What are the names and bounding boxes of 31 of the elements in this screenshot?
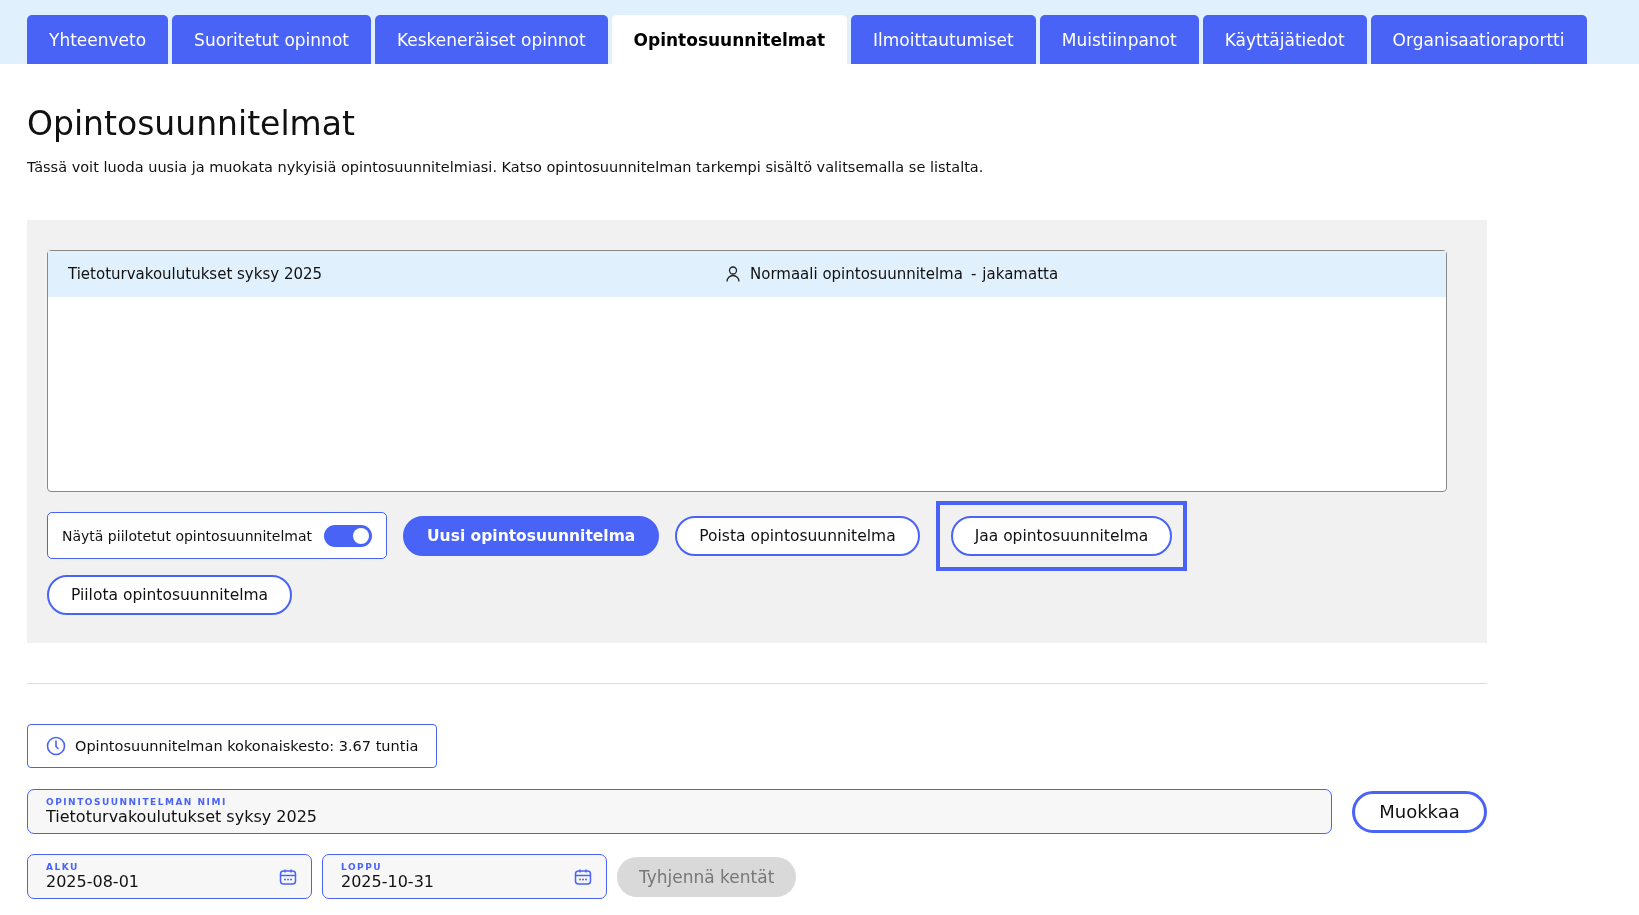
tab[interactable]: Organisaatioraportti bbox=[1370, 15, 1587, 64]
calendar-icon bbox=[574, 868, 592, 886]
tab[interactable]: Yhteenveto bbox=[27, 15, 169, 64]
separator: - bbox=[970, 265, 977, 283]
action-button[interactable]: Uusi opintosuunnitelma bbox=[403, 515, 660, 556]
person-icon bbox=[726, 266, 740, 282]
tab[interactable]: Käyttäjätiedot bbox=[1202, 15, 1367, 64]
page-title: Opintosuunnitelmat bbox=[27, 104, 356, 143]
tab[interactable]: Ilmoittautumiset bbox=[851, 15, 1036, 64]
clock-icon bbox=[46, 736, 66, 756]
tab[interactable]: Suoritetut opinnot bbox=[172, 15, 371, 64]
toggle-switch[interactable] bbox=[324, 524, 373, 547]
duration-text: Opintosuunnitelman kokonaiskesto: 3.67 tuntia bbox=[75, 738, 419, 754]
plan-type: Normaali opintosuunnitelma bbox=[750, 265, 963, 283]
tab[interactable]: Keskeneräiset opinnot bbox=[374, 15, 608, 64]
plan-sharing: jakamatta bbox=[982, 265, 1059, 283]
calendar-icon bbox=[279, 868, 297, 886]
plan-name: Tietoturvakoulutukset syksy 2025 bbox=[68, 265, 324, 283]
action-button[interactable]: Poista opintosuunnitelma bbox=[675, 515, 920, 556]
edit-button[interactable]: Muokkaa bbox=[1352, 790, 1487, 833]
date-field[interactable]: LOPPU 2025-10-31 bbox=[322, 854, 607, 899]
tab[interactable]: Muistiinpanot bbox=[1039, 15, 1199, 64]
description: Tässä voit luoda uusia ja muokata nykyisiä opintosuunnitelmiasi. Katso opintosuunnitelman tarkempi sisältö valitsemalla se listalta. bbox=[27, 159, 985, 175]
plan-row[interactable]: Tietoturvakoulutukset syksy 2025 Normaali opintosuunnitelma - jakamatta bbox=[48, 251, 1446, 297]
action-button[interactable]: Piilota opintosuunnitelma bbox=[47, 575, 293, 615]
toggle-label: Näytä piilotetut opintosuunnitelmat bbox=[62, 527, 313, 544]
name-field[interactable]: OPINTOSUUNNITELMAN NIMI Tietoturvakoulutukset syksy 2025 bbox=[27, 789, 1332, 834]
toggle-control[interactable]: Näytä piilotetut opintosuunnitelmat bbox=[47, 512, 388, 559]
date-field[interactable]: ALKU 2025-08-01 bbox=[27, 854, 312, 899]
action-button[interactable]: Jaa opintosuunnitelma bbox=[950, 515, 1173, 556]
tab[interactable]: Opintosuunnitelmat bbox=[611, 15, 848, 64]
